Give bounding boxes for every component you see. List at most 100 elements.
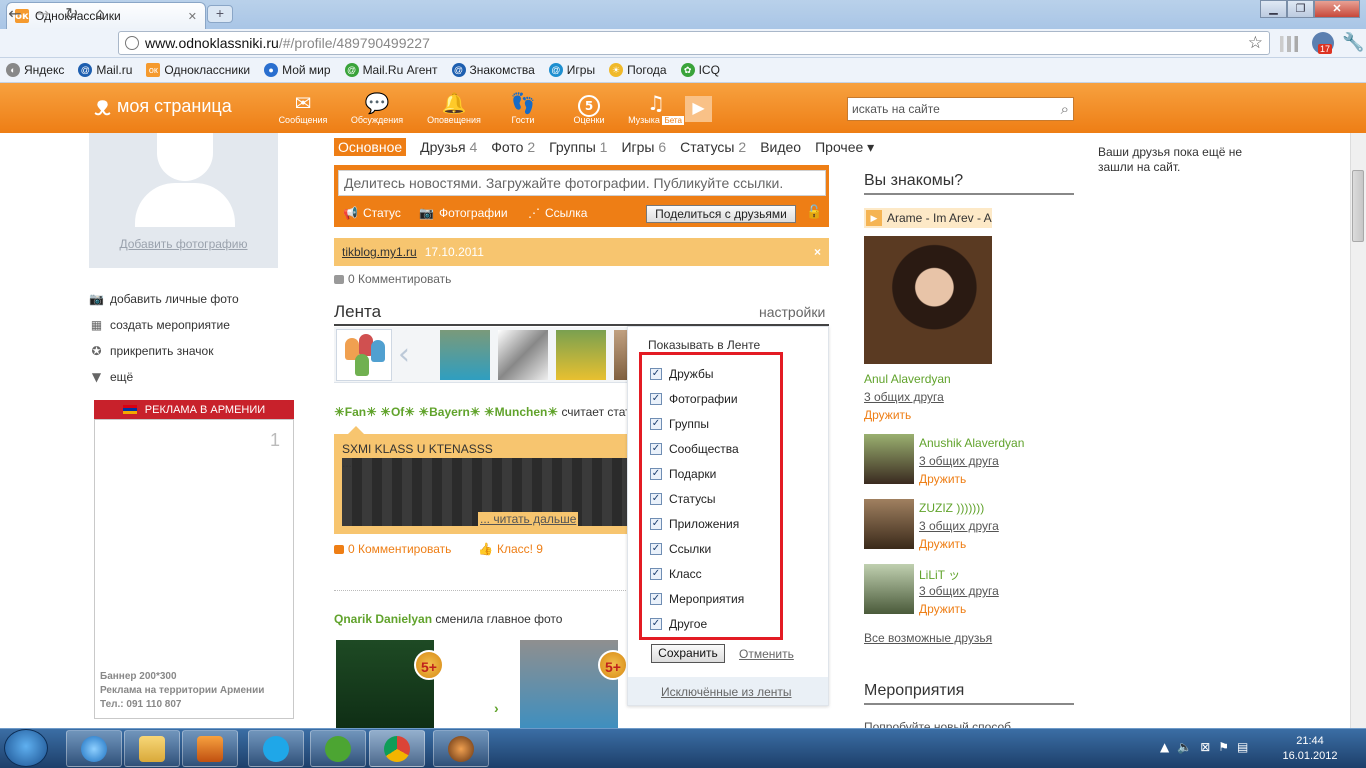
volume-icon[interactable]: 🔈 [1177,740,1192,754]
site-logo[interactable]: ᴥ моя страница [94,92,232,120]
nav-messages[interactable]: ✉ Сообщения [273,91,333,125]
bookmark-pogoda[interactable]: ☀ Погода [609,63,667,77]
friend-name-link[interactable]: Anushik Alaverdyan [919,436,1024,450]
tray-arrow-icon[interactable]: ▲ [1160,740,1169,754]
bookmark-icq[interactable]: ✿ ICQ [680,63,720,77]
save-button[interactable]: Сохранить [651,644,725,663]
notice-link[interactable]: tikblog.my1.ru [342,245,417,259]
language-icon[interactable]: ▤ [1237,740,1248,754]
feed-thumb[interactable] [498,330,548,380]
notice-close-icon[interactable]: × [814,245,821,259]
maximize-icon[interactable]: ❐ [1287,0,1314,18]
taskbar-media[interactable] [182,730,238,767]
nav-notifications[interactable]: 🔔 Оповещения [424,91,484,125]
bookmark-yandex[interactable]: ◐ Яндекс [6,63,64,77]
start-button[interactable] [4,729,48,767]
bookmark-igry[interactable]: @ Игры [548,63,595,77]
friend-photo[interactable] [864,499,914,549]
minimize-icon[interactable]: ▁ [1260,0,1287,18]
all-possible-friends-link[interactable]: Все возможные друзья [864,631,992,645]
bookmark-mailru[interactable]: @ Mail.ru [78,63,132,77]
nav-ratings[interactable]: 5 Оценки [559,91,619,125]
checkbox-links[interactable]: ✓ Ссылки [650,542,711,556]
compose-input[interactable]: Делитесь новостями. Загружайте фотографи… [338,170,826,196]
five-plus-badge[interactable]: 5+ [414,650,444,680]
friend-photo[interactable] [864,434,914,484]
taskbar-ie[interactable] [66,730,122,767]
nav-discussions[interactable]: 💬 Обсуждения [347,91,407,125]
play-icon[interactable]: ▶ [866,210,882,226]
class-like-button[interactable]: 👍 Класс! 9 [478,542,543,556]
scrollbar-thumb[interactable] [1352,170,1364,242]
checkbox-apps[interactable]: ✓ Приложения [650,517,739,531]
wrench-icon[interactable]: 🔧 [1342,32,1364,53]
bookmark-moy-mir[interactable]: ● Мой мир [264,63,331,77]
post-author-link-2[interactable]: Qnarik Danielyan [334,612,432,626]
bookmark-star-icon[interactable]: ☆ [1248,33,1263,53]
comment-link[interactable]: 0 Комментировать [334,272,451,286]
friend-name-link[interactable]: LiLiT ッ [919,566,960,583]
checkbox-events[interactable]: ✓ Мероприятия [650,592,744,606]
add-friend-link[interactable]: Дружить [864,408,911,422]
create-event-link[interactable]: ▦ создать мероприятие [89,318,230,332]
taskbar-utorrent[interactable] [310,730,366,767]
friend-name-link[interactable]: Anul Alaverdyan [864,372,951,386]
strip-prev-chevron-icon[interactable]: ‹ [398,337,410,372]
nav-music[interactable]: ♫ Музыка Бета [626,91,686,125]
taskbar-skype[interactable] [248,730,304,767]
status-action[interactable]: 📢 Статус [343,206,401,220]
tab-groups[interactable]: Группы 1 [549,139,607,155]
network-icon[interactable]: ⊠ [1200,740,1210,754]
taskbar-chrome[interactable] [369,730,425,767]
tab-photos[interactable]: Фото 2 [491,139,535,155]
tab-main[interactable]: Основное [334,138,407,156]
tab-video[interactable]: Видео [760,139,801,155]
common-friends-link[interactable]: 3 общих друга [919,584,999,598]
attach-badge-link[interactable]: ✪ прикрепить значок [89,344,213,358]
tab-statuses[interactable]: Статусы 2 [680,139,746,155]
photos-action[interactable]: 📷 Фотографии [419,206,508,220]
home-icon[interactable]: ⌂ [89,3,111,25]
feed-settings-link[interactable]: настройки [759,304,825,320]
search-icon[interactable]: ⌕ [1061,100,1069,118]
checkbox-friendships[interactable]: ✓ Дружбы [650,367,713,381]
add-friend-link[interactable]: Дружить [919,537,966,551]
five-plus-badge-2[interactable]: 5+ [598,650,628,680]
back-arrow-icon[interactable]: ← [4,3,26,25]
forward-arrow-icon[interactable]: → [32,3,54,25]
address-bar[interactable]: www.odnoklassniki.ru /#/profile/48979049… [118,31,1270,55]
tab-friends[interactable]: Друзья 4 [420,139,477,155]
tab-games[interactable]: Игры 6 [621,139,666,155]
taskbar-app[interactable] [433,730,489,767]
feed-thumb[interactable] [614,330,628,380]
tab-close-icon[interactable]: ✕ [188,10,197,23]
bookmark-znakomstva[interactable]: @ Знакомства [451,63,535,77]
reload-icon[interactable]: ↻ [61,3,83,25]
window-close-icon[interactable]: ✕ [1314,0,1360,18]
post-author-link[interactable]: ☀Fan☀ ☀Of☀ ☀Bayern☀ ☀Munchen☀ [334,405,558,419]
common-friends-link[interactable]: 3 общих друга [919,519,999,533]
checkbox-photos[interactable]: ✓ Фотографии [650,392,738,406]
feed-thumb[interactable] [556,330,606,380]
checkbox-gifts[interactable]: ✓ Подарки [650,467,716,481]
add-friend-link[interactable]: Дружить [919,602,966,616]
comment-link-2[interactable]: 0 Комментировать [334,542,451,556]
taskbar-explorer[interactable] [124,730,180,767]
link-action[interactable]: ⋰ Ссылка [528,206,587,220]
lock-icon[interactable]: 🔓 [806,205,822,220]
add-photo-link[interactable]: Добавить фотографию [89,237,278,251]
friend-photo-large[interactable] [864,236,992,364]
add-personal-photo-link[interactable]: 📷 добавить личные фото [89,292,239,306]
tab-other[interactable]: Прочее ▾ [815,139,874,156]
new-tab-button[interactable]: + [207,5,233,23]
bookmark-mailru-agent[interactable]: @ Mail.Ru Агент [344,63,438,77]
add-friend-link[interactable]: Дружить [919,472,966,486]
signal-bars-icon[interactable] [1280,36,1298,52]
feed-thumb[interactable] [440,330,490,380]
friend-name-link[interactable]: ZUZIZ ))))))) [919,501,984,515]
common-friends-link[interactable]: 3 общих друга [864,390,944,404]
cancel-link[interactable]: Отменить [739,647,794,661]
flag-icon[interactable]: ⚑ [1218,740,1229,754]
checkbox-other[interactable]: ✓ Другое [650,617,707,631]
friends-group-icon[interactable] [336,329,392,381]
